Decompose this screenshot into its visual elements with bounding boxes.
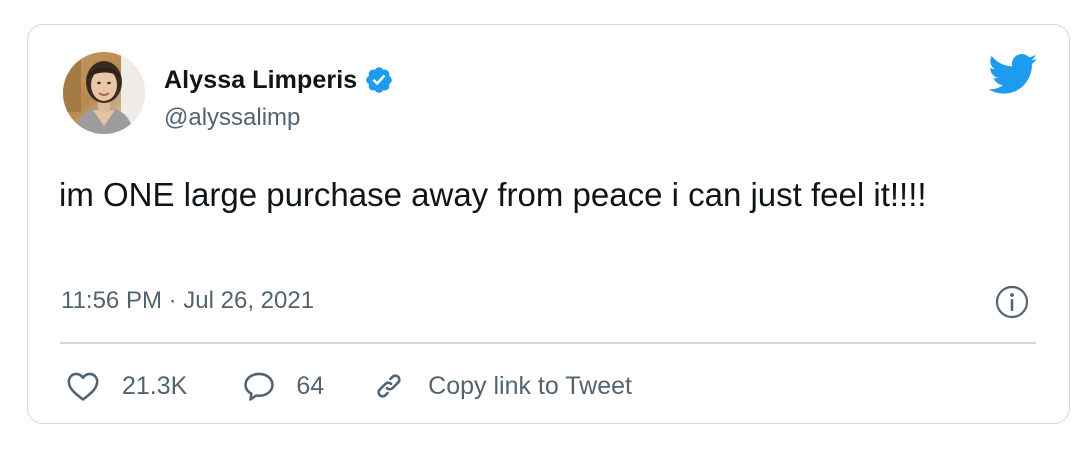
copy-link-label: Copy link to Tweet bbox=[428, 371, 632, 400]
author-handle[interactable]: @alyssalimp bbox=[164, 104, 300, 132]
verified-badge-icon bbox=[364, 65, 394, 95]
reply-button[interactable]: 64 bbox=[242, 370, 324, 402]
divider bbox=[60, 342, 1036, 344]
tweet-card: Alyssa Limperis @alyssalimp im ONE large… bbox=[27, 24, 1070, 424]
twitter-bird-icon[interactable] bbox=[988, 54, 1038, 95]
like-button[interactable]: 21.3K bbox=[66, 370, 187, 402]
heart-icon bbox=[66, 370, 100, 402]
tweet-timestamp[interactable]: 11:56 PM · Jul 26, 2021 bbox=[61, 287, 314, 315]
speech-bubble-icon bbox=[242, 370, 276, 402]
tweet-actions: 21.3K 64 Copy link to Tweet bbox=[66, 365, 632, 407]
avatar[interactable] bbox=[63, 52, 145, 134]
tweet-text: im ONE large purchase away from peace i … bbox=[59, 176, 927, 213]
info-icon[interactable] bbox=[994, 284, 1030, 320]
link-icon bbox=[372, 369, 406, 403]
like-count: 21.3K bbox=[122, 371, 188, 400]
author-name-row[interactable]: Alyssa Limperis bbox=[164, 65, 394, 95]
reply-count: 64 bbox=[296, 371, 325, 400]
author-display-name[interactable]: Alyssa Limperis bbox=[164, 66, 357, 95]
copy-link-button[interactable]: Copy link to Tweet bbox=[372, 369, 632, 403]
